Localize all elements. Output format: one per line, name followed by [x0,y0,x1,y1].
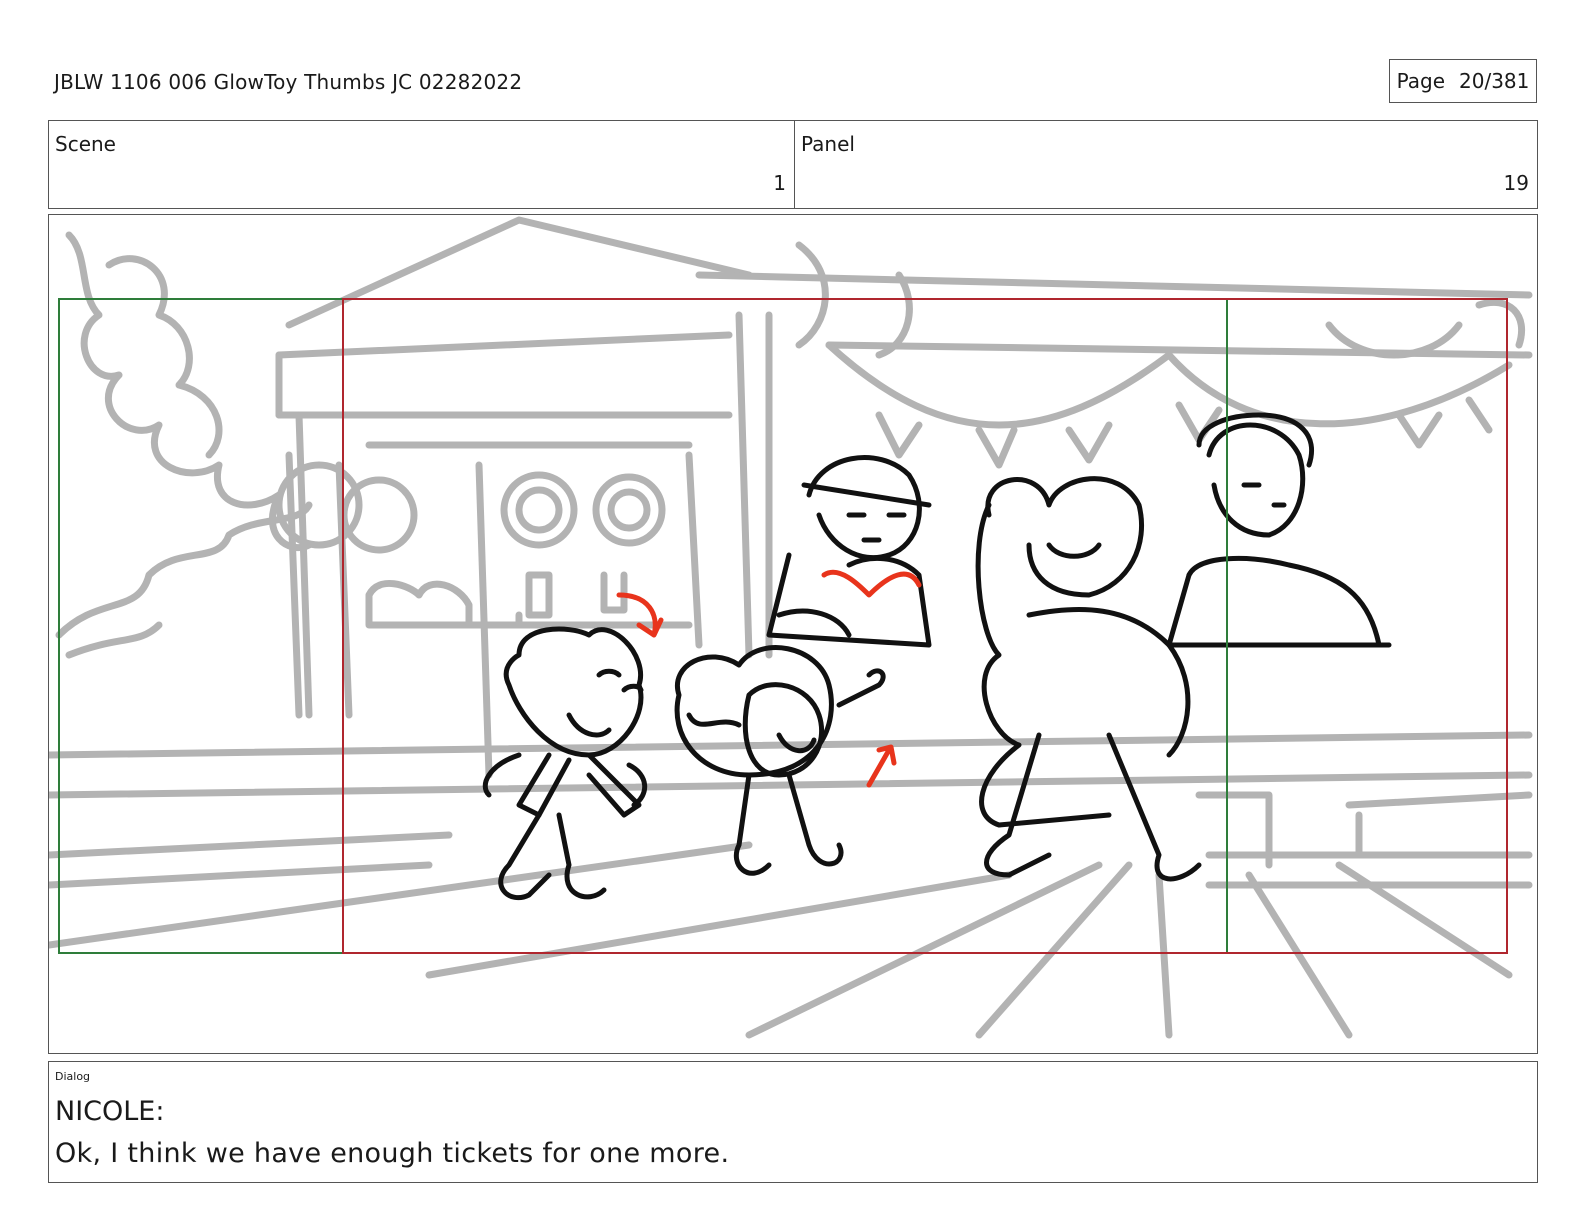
dialog-line: Ok, I think we have enough tickets for o… [55,1138,730,1169]
woman-character [985,476,1145,598]
dialog-box: Dialog NICOLE: Ok, I think we have enoug… [48,1061,1538,1183]
boy-character [503,626,644,758]
scene-cell: Scene 1 [49,121,795,208]
attendant-left [806,455,922,561]
girl-character [674,645,834,778]
scene-panel-header: Scene 1 Panel 19 [48,120,1538,209]
panel-label: Panel [801,132,855,156]
page-label: Page [1396,69,1446,93]
arrow-up-icon [866,744,897,788]
document-title: JBLW 1106 006 GlowToy Thumbs JC 02282022 [54,70,523,94]
scene-label: Scene [55,132,116,156]
storyboard-panel [48,214,1538,1054]
page-indicator: Page 20/381 [1389,59,1537,103]
panel-cell: Panel 19 [795,121,1537,208]
attendant-right [1206,422,1306,538]
background-sketch [49,216,1533,1039]
panel-value: 19 [1503,171,1529,195]
page-number: 20/381 [1459,69,1530,93]
storyboard-sketch [49,216,1533,1039]
heart-scribble [821,570,922,598]
dialog-speaker: NICOLE: [55,1096,165,1127]
dialog-label: Dialog [55,1070,91,1083]
scene-value: 1 [773,171,786,195]
characters-sketch [482,412,1392,901]
